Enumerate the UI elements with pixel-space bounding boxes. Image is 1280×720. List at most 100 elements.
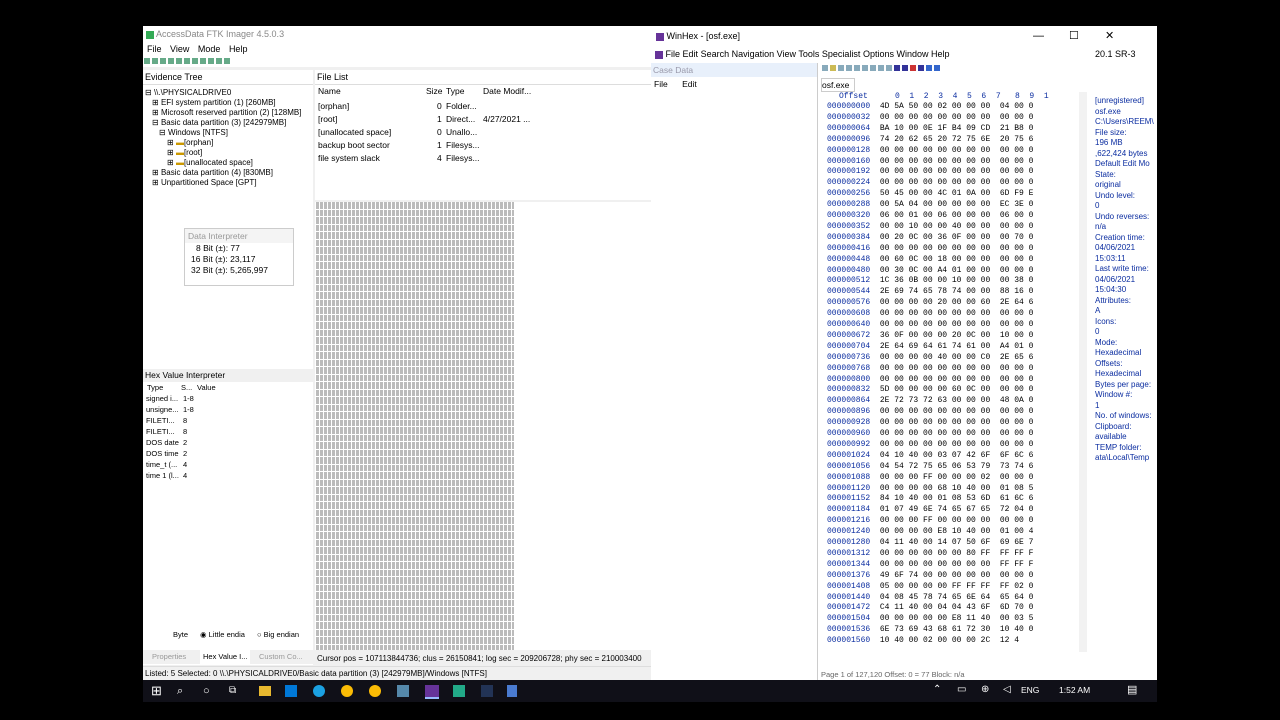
tree-item-windows-ntfs[interactable]: ⊟ Windows [NTFS] xyxy=(143,128,313,138)
wh-find-hex-icon[interactable] xyxy=(902,65,908,71)
hex-row[interactable]: 000000480 00 30 0C 00 A4 01 00 00 00 00 … xyxy=(827,266,1033,276)
hex-row[interactable]: 000000736 00 00 00 00 40 00 00 C0 2E 65 … xyxy=(827,353,1033,363)
hex-row[interactable]: 000000992 00 00 00 00 00 00 00 00 00 00 … xyxy=(827,440,1033,450)
hex-row[interactable]: 000001504 00 00 00 00 00 E8 11 40 00 03 … xyxy=(827,614,1033,624)
wh-menu-options[interactable]: Options xyxy=(863,49,894,59)
hex-row[interactable]: 000000768 00 00 00 00 00 00 00 00 00 00 … xyxy=(827,364,1033,374)
toolbar-capture-icon[interactable] xyxy=(200,58,206,64)
hex-row[interactable]: 000000160 00 00 00 00 00 00 00 00 00 00 … xyxy=(827,157,1033,167)
table-row[interactable]: FILETI... 8 xyxy=(143,415,313,426)
wh-menu-specialist[interactable]: Specialist xyxy=(822,49,861,59)
hex-row[interactable]: 000001056 04 54 72 75 65 06 53 79 73 74 … xyxy=(827,462,1033,472)
hex-row[interactable]: 000000352 00 00 10 00 00 40 00 00 00 00 … xyxy=(827,222,1033,232)
toolbar-remove-all-icon[interactable] xyxy=(168,58,174,64)
hex-row[interactable]: 000001344 00 00 00 00 00 00 00 00 FF FF … xyxy=(827,560,1033,570)
hex-row[interactable]: 000000000 4D 5A 50 00 02 00 00 00 04 00 … xyxy=(827,102,1033,112)
hex-row[interactable]: 000000960 00 00 00 00 00 00 00 00 00 00 … xyxy=(827,429,1033,439)
case-menu-edit[interactable]: Edit xyxy=(682,79,697,89)
wh-save-icon[interactable] xyxy=(838,65,844,71)
globe-icon[interactable]: ⊕ xyxy=(981,684,989,695)
hex-row[interactable]: 000000864 2E 72 73 72 63 00 00 00 48 0A … xyxy=(827,396,1033,406)
wh-menu-tools[interactable]: Tools xyxy=(798,49,819,59)
toolbar-remove-icon[interactable] xyxy=(160,58,166,64)
wh-menu-edit[interactable]: Edit xyxy=(683,49,699,59)
wh-find-icon[interactable] xyxy=(894,65,900,71)
wh-back-icon[interactable] xyxy=(926,65,932,71)
hex-row[interactable]: 000000640 00 00 00 00 00 00 00 00 00 00 … xyxy=(827,320,1033,330)
clock[interactable]: 1:52 AM xyxy=(1059,685,1090,695)
tree-item-basic-data-3[interactable]: ⊟ Basic data partition (3) [242979MB] xyxy=(143,118,313,128)
little-endian-radio[interactable]: ◉ Little endia xyxy=(200,628,245,642)
winhex-taskbar-icon[interactable] xyxy=(425,685,439,699)
wh-replace-icon[interactable] xyxy=(910,65,916,71)
wh-menu-search[interactable]: Search xyxy=(701,49,730,59)
hex-row[interactable]: 000000192 00 00 00 00 00 00 00 00 00 00 … xyxy=(827,167,1033,177)
tab-properties[interactable]: Properties xyxy=(152,650,186,664)
hex-row[interactable]: 000001216 00 00 00 FF 00 00 00 00 00 00 … xyxy=(827,516,1033,526)
toolbar-create-image-icon[interactable] xyxy=(176,58,182,64)
file-explorer-icon[interactable] xyxy=(259,686,271,696)
hex-row[interactable]: 000000704 2E 64 69 64 61 74 61 00 A4 01 … xyxy=(827,342,1033,352)
case-menu-file[interactable]: File xyxy=(654,79,668,89)
toolbar-file-hash-icon[interactable] xyxy=(216,58,222,64)
wh-print-icon[interactable] xyxy=(846,65,852,71)
hex-row[interactable]: 000000128 00 00 00 00 00 00 00 00 00 00 … xyxy=(827,146,1033,156)
hex-row[interactable]: 000000256 50 45 00 00 4C 01 0A 00 6D F9 … xyxy=(827,189,1033,199)
toolbar-help-icon[interactable] xyxy=(224,58,230,64)
wh-menu-view[interactable]: View xyxy=(777,49,796,59)
hex-row[interactable]: 000001280 04 11 40 00 14 07 50 6F 69 6E … xyxy=(827,538,1033,548)
table-row[interactable]: signed i... 1-8 xyxy=(143,393,313,404)
tab-osf-exe[interactable]: osf.exe xyxy=(821,78,855,92)
chrome-2-icon[interactable] xyxy=(369,685,381,697)
minimize-icon[interactable]: — xyxy=(1033,26,1044,46)
toolbar-add-all-icon[interactable] xyxy=(152,58,158,64)
tree-item-orphan[interactable]: ⊞ ▬[orphan] xyxy=(143,138,313,148)
wh-undo-icon[interactable] xyxy=(862,65,868,71)
hex-scrollbar[interactable] xyxy=(1079,92,1087,652)
volume-icon[interactable]: ◁ xyxy=(1003,684,1011,695)
hex-row[interactable]: 000000928 00 00 00 00 00 00 00 00 00 00 … xyxy=(827,418,1033,428)
tree-item-unallocated[interactable]: ⊞ ▬[unallocated space] xyxy=(143,158,313,168)
toolbar-mount-icon[interactable] xyxy=(208,58,214,64)
ftk-hex-viewer[interactable] xyxy=(315,202,515,650)
task-view-icon[interactable]: ⧉ xyxy=(229,683,245,699)
app-icon[interactable] xyxy=(453,685,465,697)
hex-row[interactable]: 000000800 00 00 00 00 00 00 00 00 00 00 … xyxy=(827,375,1033,385)
hex-row[interactable]: 000000544 2E 69 74 65 78 74 00 00 88 16 … xyxy=(827,287,1033,297)
hex-row[interactable]: 000001376 49 6F 74 00 00 00 00 00 00 00 … xyxy=(827,571,1033,581)
hex-row[interactable]: 000001536 6E 73 69 43 68 61 72 30 10 40 … xyxy=(827,625,1033,635)
wh-open-icon[interactable] xyxy=(830,65,836,71)
maximize-icon[interactable]: ☐ xyxy=(1069,26,1079,46)
hex-row[interactable]: 000000384 00 20 0C 00 36 0F 00 00 00 70 … xyxy=(827,233,1033,243)
wh-paste-icon[interactable] xyxy=(886,65,892,71)
tree-item-physicaldrive0[interactable]: ⊟ \\.\PHYSICALDRIVE0 xyxy=(143,88,313,98)
toolbar-verify-icon[interactable] xyxy=(192,58,198,64)
language-indicator[interactable]: ENG xyxy=(1021,685,1039,695)
hex-row[interactable]: 000000320 06 00 01 00 06 00 00 00 06 00 … xyxy=(827,211,1033,221)
toolbar-export-icon[interactable] xyxy=(184,58,190,64)
hex-row[interactable]: 000001560 10 40 00 02 00 00 00 2C 12 4 xyxy=(827,636,1024,646)
edge-icon[interactable] xyxy=(313,685,325,697)
start-windows-icon[interactable]: ⊞ xyxy=(151,683,167,699)
tray-chevron-icon[interactable]: ⌃ xyxy=(933,684,941,695)
wh-cut-icon[interactable] xyxy=(870,65,876,71)
ftk-menu-file[interactable]: File xyxy=(147,44,162,54)
wh-menu-navigation[interactable]: Navigation xyxy=(732,49,775,59)
tab-hex-value[interactable]: Hex Value I... xyxy=(200,650,251,664)
col-size[interactable]: Size xyxy=(426,85,443,98)
hex-row[interactable]: 000000448 00 60 0C 00 18 00 00 00 00 00 … xyxy=(827,255,1033,265)
tree-item-efi[interactable]: ⊞ EFI system partition (1) [260MB] xyxy=(143,98,313,108)
hex-row[interactable]: 000000064 BA 10 00 0E 1F B4 09 CD 21 B8 … xyxy=(827,124,1033,134)
hex-row[interactable]: 000000096 74 20 62 65 20 72 75 6E 20 75 … xyxy=(827,135,1033,145)
wh-props-icon[interactable] xyxy=(854,65,860,71)
tree-item-basic-data-4[interactable]: ⊞ Basic data partition (4) [830MB] xyxy=(143,168,313,178)
hex-row[interactable]: 000001440 04 08 45 78 74 65 6E 64 65 64 … xyxy=(827,593,1033,603)
table-row[interactable]: DOS time 2 xyxy=(143,448,313,459)
wh-menu-help[interactable]: Help xyxy=(931,49,950,59)
table-row[interactable]: time_t (... 4 xyxy=(143,459,313,470)
wh-goto-icon[interactable] xyxy=(918,65,924,71)
close-icon[interactable]: ✕ xyxy=(1105,26,1114,46)
notifications-icon[interactable]: ▤ xyxy=(1127,683,1137,696)
hex-row[interactable]: 000000832 5D 00 00 00 00 60 0C 00 00 00 … xyxy=(827,385,1033,395)
hex-row[interactable]: 000001240 00 00 00 00 E8 10 40 00 01 00 … xyxy=(827,527,1033,537)
